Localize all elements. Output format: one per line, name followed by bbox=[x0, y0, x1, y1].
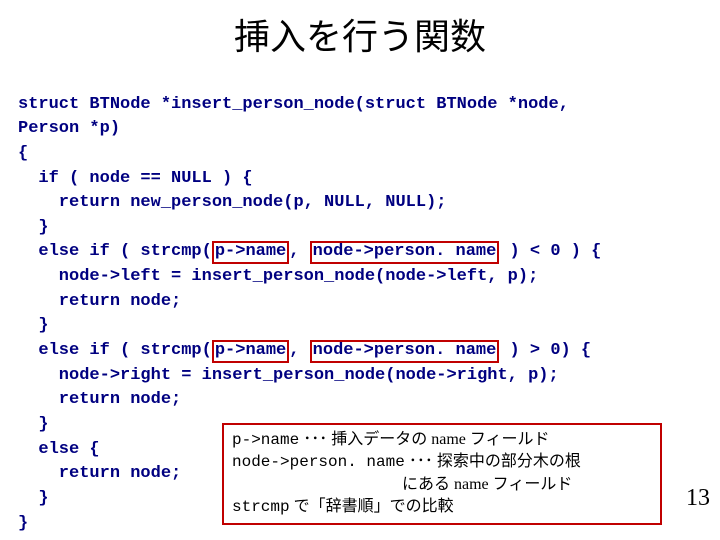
annot-text: ･･･ 探索中の部分木の根 bbox=[405, 453, 581, 470]
annotation-box: p->name ･･･ 挿入データの name フィールド node->pers… bbox=[222, 423, 662, 525]
code-line: else if ( strcmp(p->name, node->person. … bbox=[18, 341, 591, 360]
code-line: return new_person_node(p, NULL, NULL); bbox=[18, 193, 446, 212]
code-line: else if ( strcmp(p->name, node->person. … bbox=[18, 242, 601, 261]
annot-text: にある name フィールド bbox=[402, 476, 572, 493]
code-frag: , bbox=[289, 341, 309, 360]
code-frag: else if ( strcmp( bbox=[18, 341, 212, 360]
code-line: node->right = insert_person_node(node->r… bbox=[18, 366, 559, 385]
slide-title: 挿入を行う関数 bbox=[0, 0, 720, 64]
annot-line: p->name ･･･ 挿入データの name フィールド bbox=[232, 429, 652, 451]
code-line: else { bbox=[18, 440, 100, 459]
highlight-box: p->name bbox=[212, 340, 289, 363]
code-line: Person *p) bbox=[18, 119, 120, 138]
code-line: } bbox=[18, 415, 49, 434]
code-line: return node; bbox=[18, 464, 181, 483]
annot-mono: node->person. name bbox=[232, 453, 405, 471]
highlight-box: node->person. name bbox=[310, 241, 500, 264]
code-line: } bbox=[18, 489, 49, 508]
code-line: struct BTNode *insert_person_node(struct… bbox=[18, 95, 569, 114]
code-line: } bbox=[18, 316, 49, 335]
code-frag: ) < 0 ) { bbox=[499, 242, 601, 261]
code-frag: , bbox=[289, 242, 309, 261]
annot-line: strcmp で「辞書順」での比較 bbox=[232, 496, 652, 518]
code-line: return node; bbox=[18, 292, 181, 311]
annot-mono: strcmp bbox=[232, 498, 290, 516]
highlight-box: node->person. name bbox=[310, 340, 500, 363]
code-line: return node; bbox=[18, 390, 181, 409]
annot-line: にある name フィールド bbox=[232, 474, 652, 496]
highlight-box: p->name bbox=[212, 241, 289, 264]
code-frag: ) > 0) { bbox=[499, 341, 591, 360]
code-line: if ( node == NULL ) { bbox=[18, 169, 253, 188]
code-line: } bbox=[18, 514, 28, 533]
annot-line: node->person. name ･･･ 探索中の部分木の根 bbox=[232, 451, 652, 473]
annot-text: で「辞書順」での比較 bbox=[290, 498, 454, 515]
annot-mono: p->name bbox=[232, 431, 299, 449]
annot-text: ･･･ 挿入データの name フィールド bbox=[299, 431, 549, 448]
code-line: node->left = insert_person_node(node->le… bbox=[18, 267, 538, 286]
page-number: 13 bbox=[686, 485, 710, 512]
code-line: { bbox=[18, 144, 28, 163]
code-frag: else if ( strcmp( bbox=[18, 242, 212, 261]
code-line: } bbox=[18, 218, 49, 237]
